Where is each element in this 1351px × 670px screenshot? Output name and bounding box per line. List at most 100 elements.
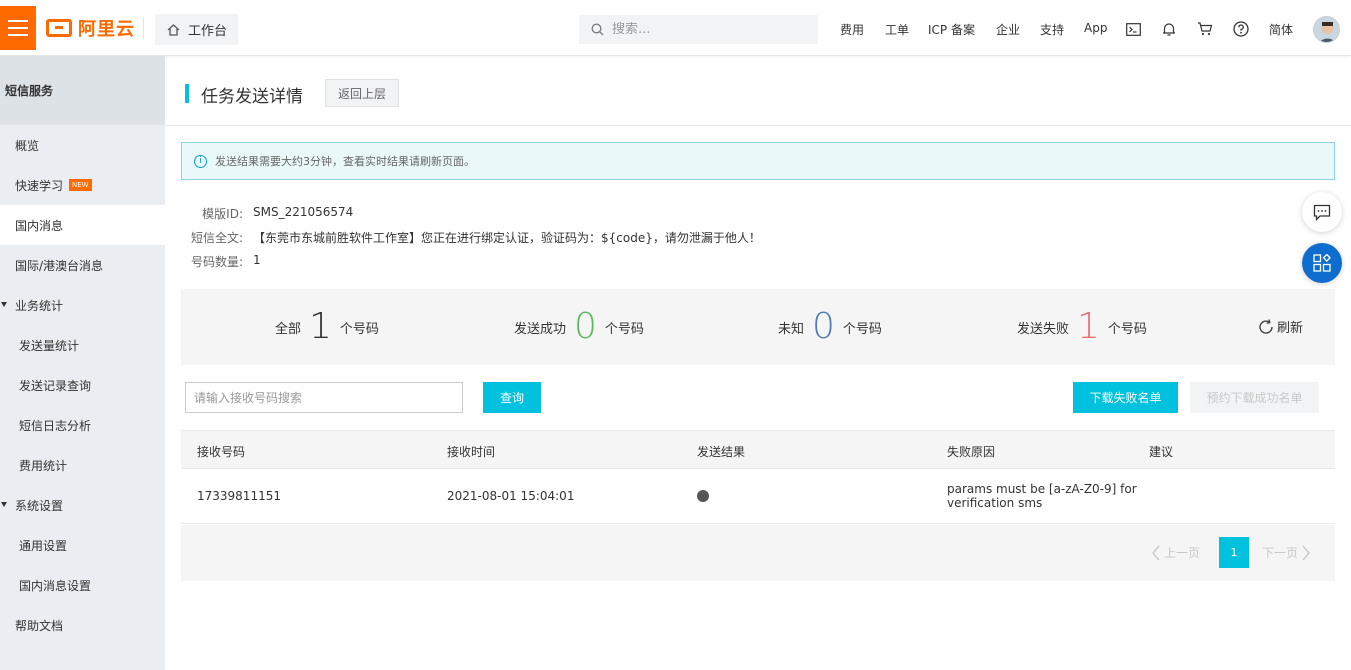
stat-number: 0 (812, 306, 835, 347)
stat-unit: 个号码 (604, 321, 644, 337)
apps-float-button[interactable] (1302, 243, 1342, 283)
column-header-time: 接收时间 (447, 445, 496, 459)
apps-icon (1313, 254, 1331, 272)
sidebar-item-domestic[interactable]: 国内消息 (0, 205, 165, 245)
sidebar-item-label: 帮助文档 (15, 618, 64, 633)
nav-enterprise[interactable]: 企业 (996, 21, 1020, 38)
divider (143, 17, 144, 39)
help-icon[interactable] (1233, 21, 1249, 37)
back-button[interactable]: 返回上层 (325, 79, 399, 107)
workbench-button[interactable]: 工作台 (155, 14, 238, 45)
sidebar-item-label: 国内消息 (15, 218, 64, 233)
stat-label: 全部 (275, 321, 302, 337)
pagination: 上一页 1 下一页 (181, 525, 1335, 581)
sidebar-item-quick-learn[interactable]: 快速学习 NEW (0, 165, 165, 205)
sidebar-item-international[interactable]: 国际/港澳台消息 (0, 245, 165, 285)
sidebar-item-label: 国际/港澳台消息 (15, 258, 104, 273)
stat-success: 发送成功 0 个号码 (514, 289, 644, 365)
refresh-button[interactable]: 刷新 (1257, 317, 1303, 336)
sidebar-item-send-records[interactable]: 发送记录查询 (0, 365, 165, 405)
stat-label: 发送成功 (514, 321, 567, 337)
phone-search-input[interactable] (185, 382, 463, 413)
meta-count: 号码数量: 1 (181, 253, 261, 270)
caret-down-icon (1, 302, 7, 307)
cell-reason-line1: params must be [a-zA-Z0-9] for (947, 482, 1137, 496)
chevron-left-icon (1152, 545, 1160, 560)
logo[interactable]: 阿里云 (46, 17, 135, 40)
sidebar-item-cost-stats[interactable]: 费用统计 (0, 445, 165, 485)
sidebar-item-label: 系统设置 (15, 498, 64, 513)
avatar[interactable] (1313, 16, 1340, 43)
meta-content: 短信全文: 【东莞市东城前胜软件工作室】您正在进行绑定认证，验证码为：${cod… (181, 229, 761, 246)
stat-fail: 发送失败 1 个号码 (1017, 289, 1147, 365)
cell-reason-line2: verification sms (947, 496, 1043, 510)
workbench-label: 工作台 (188, 24, 228, 39)
meta-key: 号码数量: (190, 255, 243, 269)
stat-label: 未知 (778, 321, 805, 337)
query-button[interactable]: 查询 (483, 382, 541, 413)
cell-reason: params must be [a-zA-Z0-9] for verificat… (947, 482, 1137, 510)
result-status-dot[interactable] (697, 490, 709, 502)
bell-icon[interactable] (1161, 21, 1177, 37)
chat-float-button[interactable] (1302, 192, 1342, 232)
table-header: 接收号码 接收时间 发送结果 失败原因 建议 (181, 430, 1335, 469)
search-icon (591, 23, 604, 36)
sidebar-item-domestic-settings[interactable]: 国内消息设置 (0, 565, 165, 605)
nav-support[interactable]: 支持 (1040, 21, 1064, 38)
stat-number: 1 (1077, 306, 1100, 347)
stat-number: 1 (309, 306, 332, 347)
sidebar-item-send-stats[interactable]: 发送量统计 (0, 325, 165, 365)
home-icon (167, 23, 180, 36)
sidebar-item-log-analysis[interactable]: 短信日志分析 (0, 405, 165, 445)
sidebar-item-label: 业务统计 (15, 298, 64, 313)
meta-value: 【东莞市东城前胜软件工作室】您正在进行绑定认证，验证码为：${code}，请勿泄… (253, 231, 761, 245)
sidebar: 短信服务 概览 快速学习 NEW 国内消息 国际/港澳台消息 业务统计 发送量统计… (0, 56, 165, 670)
nav-ticket[interactable]: 工单 (885, 21, 909, 38)
sidebar-item-label: 发送记录查询 (19, 378, 92, 393)
sidebar-group-statistics[interactable]: 业务统计 (0, 285, 165, 325)
refresh-icon (1259, 318, 1273, 334)
column-header-result: 发送结果 (697, 445, 746, 459)
sidebar-item-label: 发送量统计 (19, 338, 80, 353)
next-page-button[interactable]: 下一页 (1262, 544, 1311, 561)
sidebar-item-help-docs[interactable]: 帮助文档 (0, 605, 165, 645)
nav-billing[interactable]: 费用 (840, 21, 864, 38)
nav-app[interactable]: App (1084, 21, 1107, 35)
notice-text: 发送结果需要大约3分钟，查看实时结果请刷新页面。 (215, 155, 475, 168)
aliyun-logo-icon (46, 19, 72, 37)
download-fail-list-button[interactable]: 下载失败名单 (1073, 382, 1178, 413)
sidebar-item-label: 快速学习 (15, 178, 64, 193)
cart-icon[interactable] (1197, 21, 1213, 37)
prev-page-button[interactable]: 上一页 (1151, 544, 1200, 561)
next-page-label: 下一页 (1262, 546, 1299, 560)
meta-key: 短信全文: (190, 231, 243, 245)
sidebar-item-label: 国内消息设置 (19, 578, 92, 593)
menu-icon[interactable] (0, 6, 36, 50)
stat-all: 全部 1 个号码 (275, 289, 379, 365)
sidebar-item-label: 概览 (15, 138, 40, 153)
stat-unit: 个号码 (339, 321, 379, 337)
sidebar-item-overview[interactable]: 概览 (0, 125, 165, 165)
sidebar-group-settings[interactable]: 系统设置 (0, 485, 165, 525)
sidebar-item-general-settings[interactable]: 通用设置 (0, 525, 165, 565)
title-accent-bar (185, 84, 189, 103)
chevron-right-icon (1302, 545, 1310, 560)
meta-key: 模版ID: (202, 207, 243, 221)
search-box[interactable] (579, 15, 818, 44)
column-header-reason: 失败原因 (947, 445, 996, 459)
download-success-list-button[interactable]: 预约下载成功名单 (1190, 382, 1319, 413)
chat-icon (1313, 204, 1331, 221)
terminal-icon[interactable] (1125, 21, 1141, 37)
logo-text: 阿里云 (78, 19, 135, 40)
sidebar-title: 短信服务 (0, 56, 165, 125)
meta-value: SMS_221056574 (253, 205, 354, 219)
stat-unit: 个号码 (842, 321, 882, 337)
stats-panel: 全部 1 个号码 发送成功 0 个号码 未知 0 个号码 发送失败 1 个号码 … (181, 289, 1335, 365)
stat-unknown: 未知 0 个号码 (778, 289, 882, 365)
search-input[interactable] (612, 22, 802, 37)
nav-icp[interactable]: ICP 备案 (928, 21, 975, 38)
language-switch[interactable]: 简体 (1269, 21, 1293, 38)
stat-number: 0 (574, 306, 597, 347)
stat-unit: 个号码 (1107, 321, 1147, 337)
page-number-current[interactable]: 1 (1219, 537, 1249, 568)
